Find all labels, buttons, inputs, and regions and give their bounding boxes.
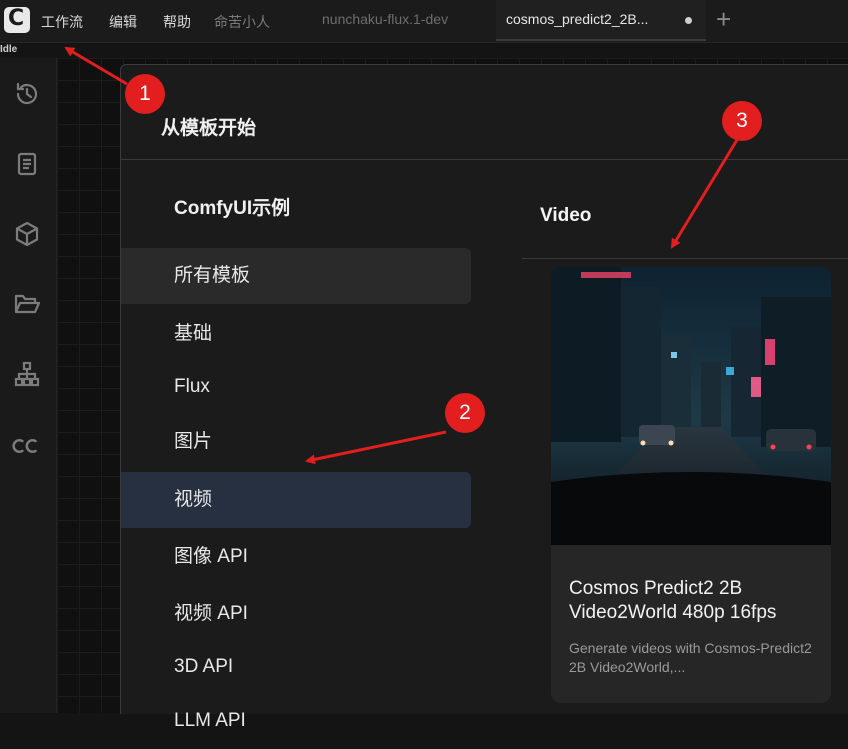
comfyui-logo-icon[interactable] (4, 6, 30, 33)
nav-item-image-api[interactable]: 图像 API (121, 529, 471, 585)
nav-item-3d-api[interactable]: 3D API (121, 639, 471, 695)
nav-item-flux[interactable]: Flux (121, 359, 471, 415)
template-card[interactable]: Cosmos Predict2 2B Video2World 480p 16fp… (551, 267, 831, 703)
sidebar (0, 58, 57, 713)
dialog-divider (121, 159, 848, 160)
history-icon[interactable] (13, 80, 41, 108)
dialog-title: 从模板开始 (161, 118, 257, 139)
nav-item-video-api[interactable]: 视频 API (121, 586, 471, 642)
unsaved-dot-icon[interactable] (685, 17, 692, 24)
tab-label: nunchaku-flux.1-dev (322, 11, 449, 27)
annotation-badge-1: 1 (125, 74, 165, 114)
template-card-title: Cosmos Predict2 2B Video2World 480p 16fp… (569, 578, 777, 623)
add-tab-button[interactable]: + (716, 4, 731, 35)
annotation-badge-2: 2 (445, 393, 485, 433)
section-divider (522, 258, 848, 259)
menu-user[interactable]: 命苦小人 (214, 12, 270, 32)
nav-item-llm-api[interactable]: LLM API (121, 693, 471, 749)
nav-section-title: ComfyUI示例 (174, 198, 291, 219)
book-icon[interactable] (13, 150, 41, 178)
menu-help[interactable]: 帮助 (163, 12, 191, 32)
annotation-badge-3: 3 (722, 101, 762, 141)
tab-label: cosmos_predict2_2B... (506, 11, 649, 27)
nav-item-image[interactable]: 图片 (121, 414, 471, 470)
cc-logo-icon[interactable] (10, 432, 44, 460)
node-tree-icon[interactable] (13, 360, 41, 388)
cube-icon[interactable] (13, 220, 41, 248)
tab-cosmos[interactable]: cosmos_predict2_2B... (496, 0, 706, 41)
status-text: Idle (0, 44, 18, 55)
folder-open-icon[interactable] (13, 290, 41, 318)
nav-item-all-templates[interactable]: 所有模板 (121, 248, 471, 304)
template-dialog: 从模板开始 ComfyUI示例 所有模板 基础 Flux 图片 视频 图像 AP… (120, 64, 848, 731)
section-title: Video (540, 205, 592, 226)
tab-nunchaku[interactable]: nunchaku-flux.1-dev (310, 0, 490, 41)
nav-item-basics[interactable]: 基础 (121, 306, 471, 362)
top-bar: 工作流 编辑 帮助 命苦小人 nunchaku-flux.1-dev cosmo… (0, 0, 848, 43)
template-thumbnail (551, 267, 831, 545)
template-card-description: Generate videos with Cosmos-Predict2 2B … (569, 640, 812, 675)
nav-item-video[interactable]: 视频 (121, 472, 471, 528)
menu-edit[interactable]: 编辑 (109, 12, 137, 32)
menu-workflow[interactable]: 工作流 (41, 12, 83, 32)
